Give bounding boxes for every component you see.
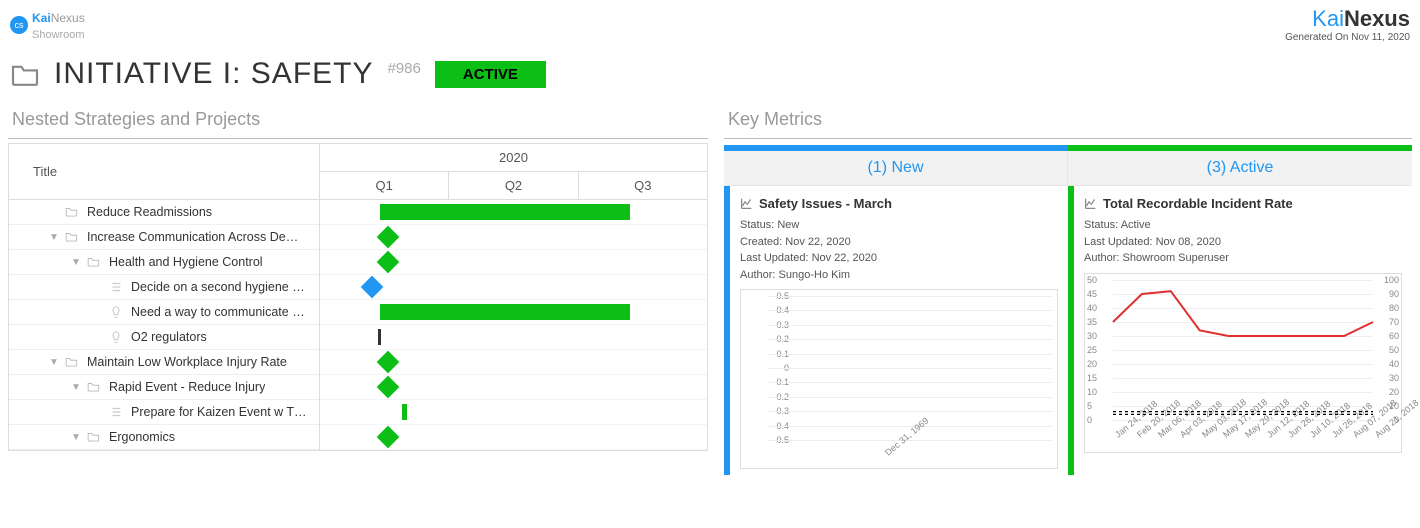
page-header: INITIATIVE I: SAFETY #986 ACTIVE [0, 49, 1420, 105]
metric-card-incident-rate[interactable]: Total Recordable Incident Rate Status: A… [1068, 186, 1412, 475]
status-badge: ACTIVE [435, 61, 546, 88]
list-icon [109, 280, 125, 294]
gantt-quarter: Q1 [320, 172, 449, 199]
gantt-milestone [377, 251, 400, 274]
page-id: #986 [388, 60, 421, 77]
gantt-row [320, 275, 707, 300]
page-title: INITIATIVE I: SAFETY [54, 57, 374, 91]
tree-row[interactable]: Need a way to communicate … [9, 300, 319, 325]
list-icon [109, 405, 125, 419]
logo-right: KaiNexus Generated On Nov 11, 2020 [1285, 6, 1410, 43]
chart-icon [740, 197, 753, 210]
card2-chart: 5045403530252015105010090807060504030201… [1084, 273, 1402, 453]
brand-kai: Kai [32, 11, 51, 25]
gantt-row [320, 300, 707, 325]
tree-row-label: Health and Hygiene Control [109, 255, 263, 269]
folder-icon [87, 380, 103, 394]
tree-row[interactable]: Decide on a second hygiene … [9, 275, 319, 300]
tree-row-label: Maintain Low Workplace Injury Rate [87, 355, 287, 369]
gantt-smallbar [402, 404, 407, 420]
brand-kai-big: Kai [1312, 6, 1344, 31]
card1-title: Safety Issues - March [759, 196, 892, 211]
tree-row-label: O2 regulators [131, 330, 207, 344]
section-title-left: Nested Strategies and Projects [8, 105, 708, 139]
tree-row[interactable]: ▼ Ergonomics [9, 425, 319, 450]
tree-row-label: Rapid Event - Reduce Injury [109, 380, 265, 394]
brand-showroom: Showroom [32, 29, 85, 41]
gantt-row [320, 250, 707, 275]
gantt-year: 2020 [320, 144, 707, 172]
brand-nexus: Nexus [51, 11, 85, 25]
top-bar: cs KaiNexus Showroom KaiNexus Generated … [0, 0, 1420, 49]
logo-left: cs KaiNexus Showroom [10, 6, 85, 43]
folder-icon [87, 255, 103, 269]
tree-row-label: Reduce Readmissions [87, 205, 212, 219]
chevron-down-icon[interactable]: ▼ [71, 432, 85, 443]
tree-row-label: Need a way to communicate … [131, 305, 305, 319]
x-tick-label: Dec 31, 1969 [883, 416, 930, 458]
metrics-header: (1) New (3) Active [724, 145, 1412, 186]
chevron-down-icon[interactable]: ▼ [49, 357, 63, 368]
bulb-icon [109, 330, 125, 344]
gantt-column: 2020 Q1Q2Q3 [320, 143, 708, 451]
tree-row[interactable]: ▼ Increase Communication Across De… [9, 225, 319, 250]
section-title-right: Key Metrics [724, 105, 1412, 139]
gantt-milestone [377, 226, 400, 249]
gantt-milestone [377, 376, 400, 399]
tree-row[interactable]: Reduce Readmissions [9, 200, 319, 225]
chart-icon [1084, 197, 1097, 210]
tree-row-label: Ergonomics [109, 430, 175, 444]
nested-strategies-panel: Nested Strategies and Projects Title Red… [8, 105, 708, 475]
card2-title: Total Recordable Incident Rate [1103, 196, 1293, 211]
tree-row[interactable]: O2 regulators [9, 325, 319, 350]
gantt-row [320, 425, 707, 450]
folder-icon [65, 205, 81, 219]
tab-new[interactable]: (1) New [724, 151, 1068, 186]
gantt-row [320, 225, 707, 250]
brand-nexus-big: Nexus [1344, 6, 1410, 31]
chevron-down-icon[interactable]: ▼ [49, 232, 63, 243]
bulb-icon [109, 305, 125, 319]
gantt-row [320, 200, 707, 225]
folder-icon [65, 230, 81, 244]
tree-row-label: Prepare for Kaizen Event w T… [131, 405, 307, 419]
gantt-row [320, 325, 707, 350]
chevron-down-icon[interactable]: ▼ [71, 257, 85, 268]
gantt-bar [380, 304, 630, 320]
tree-header-title: Title [9, 144, 319, 200]
gantt-bar [380, 204, 630, 220]
gantt-quarter: Q2 [449, 172, 578, 199]
gantt-row [320, 400, 707, 425]
tree-column: Title Reduce Readmissions ▼ Increase Commu… [8, 143, 320, 451]
tree-row[interactable]: ▼ Rapid Event - Reduce Injury [9, 375, 319, 400]
tree-row-label: Decide on a second hygiene … [131, 280, 305, 294]
tree-row[interactable]: ▼ Maintain Low Workplace Injury Rate [9, 350, 319, 375]
card1-chart: 0.50.40.30.20.10-0.1-0.2-0.3-0.4-0.5Dec … [740, 289, 1058, 469]
folder-icon [10, 62, 40, 86]
card2-meta: Status: Active Last Updated: Nov 08, 202… [1084, 217, 1402, 267]
gantt-quarter: Q3 [579, 172, 707, 199]
key-metrics-panel: Key Metrics (1) New (3) Active Safety Is… [724, 105, 1412, 475]
folder-icon [65, 355, 81, 369]
metric-card-safety-issues[interactable]: Safety Issues - March Status: New Create… [724, 186, 1068, 475]
chevron-down-icon[interactable]: ▼ [71, 382, 85, 393]
tree-row[interactable]: Prepare for Kaizen Event w T… [9, 400, 319, 425]
gantt-row [320, 375, 707, 400]
gantt-row [320, 350, 707, 375]
gantt-milestone [377, 351, 400, 374]
gantt-thinline [378, 329, 381, 345]
folder-icon [87, 430, 103, 444]
tab-active[interactable]: (3) Active [1068, 151, 1412, 186]
tree-row[interactable]: ▼ Health and Hygiene Control [9, 250, 319, 275]
logo-circle-icon: cs [10, 16, 28, 34]
gantt-milestone [377, 426, 400, 449]
tree-row-label: Increase Communication Across De… [87, 230, 298, 244]
chart-series-red [1113, 291, 1373, 336]
generated-on: Generated On Nov 11, 2020 [1285, 32, 1410, 43]
gantt-milestone [361, 276, 384, 299]
card1-meta: Status: New Created: Nov 22, 2020 Last U… [740, 217, 1058, 283]
